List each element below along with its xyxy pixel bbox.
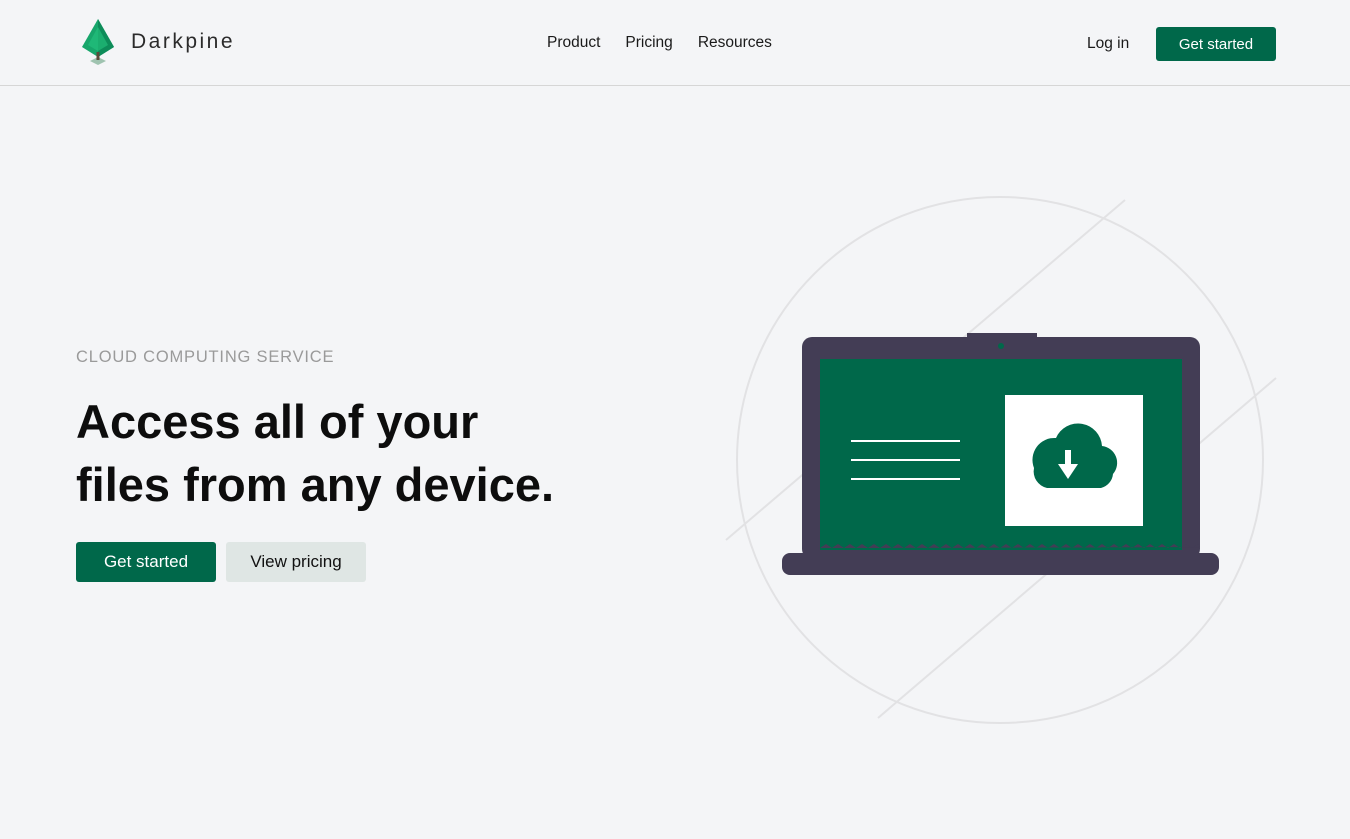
brand-name: Darkpine xyxy=(131,30,236,53)
brand-logo[interactable]: Darkpine xyxy=(82,19,235,65)
nav-item-product[interactable]: Product xyxy=(547,34,600,52)
hero-eyebrow: CLOUD COMPUTING SERVICE xyxy=(76,348,335,366)
laptop-icon xyxy=(725,196,1277,724)
view-pricing-button[interactable]: View pricing xyxy=(226,542,366,582)
site-header: Darkpine Product Pricing Resources Log i… xyxy=(0,0,1350,86)
hero-headline-line-2: files from any device. xyxy=(76,458,555,511)
nav-item-resources[interactable]: Resources xyxy=(698,34,772,52)
hero-headline-line-1: Access all of your xyxy=(76,395,479,448)
hero-get-started-button[interactable]: Get started xyxy=(76,542,216,582)
header-get-started-button[interactable]: Get started xyxy=(1156,27,1276,61)
main-nav: Product Pricing Resources xyxy=(547,34,772,52)
pine-tree-icon xyxy=(82,19,114,65)
hero-illustration xyxy=(720,190,1290,730)
nav-item-pricing[interactable]: Pricing xyxy=(625,34,672,52)
login-link[interactable]: Log in xyxy=(1087,35,1129,53)
hero-headline: Access all of your files from any device… xyxy=(76,390,636,516)
